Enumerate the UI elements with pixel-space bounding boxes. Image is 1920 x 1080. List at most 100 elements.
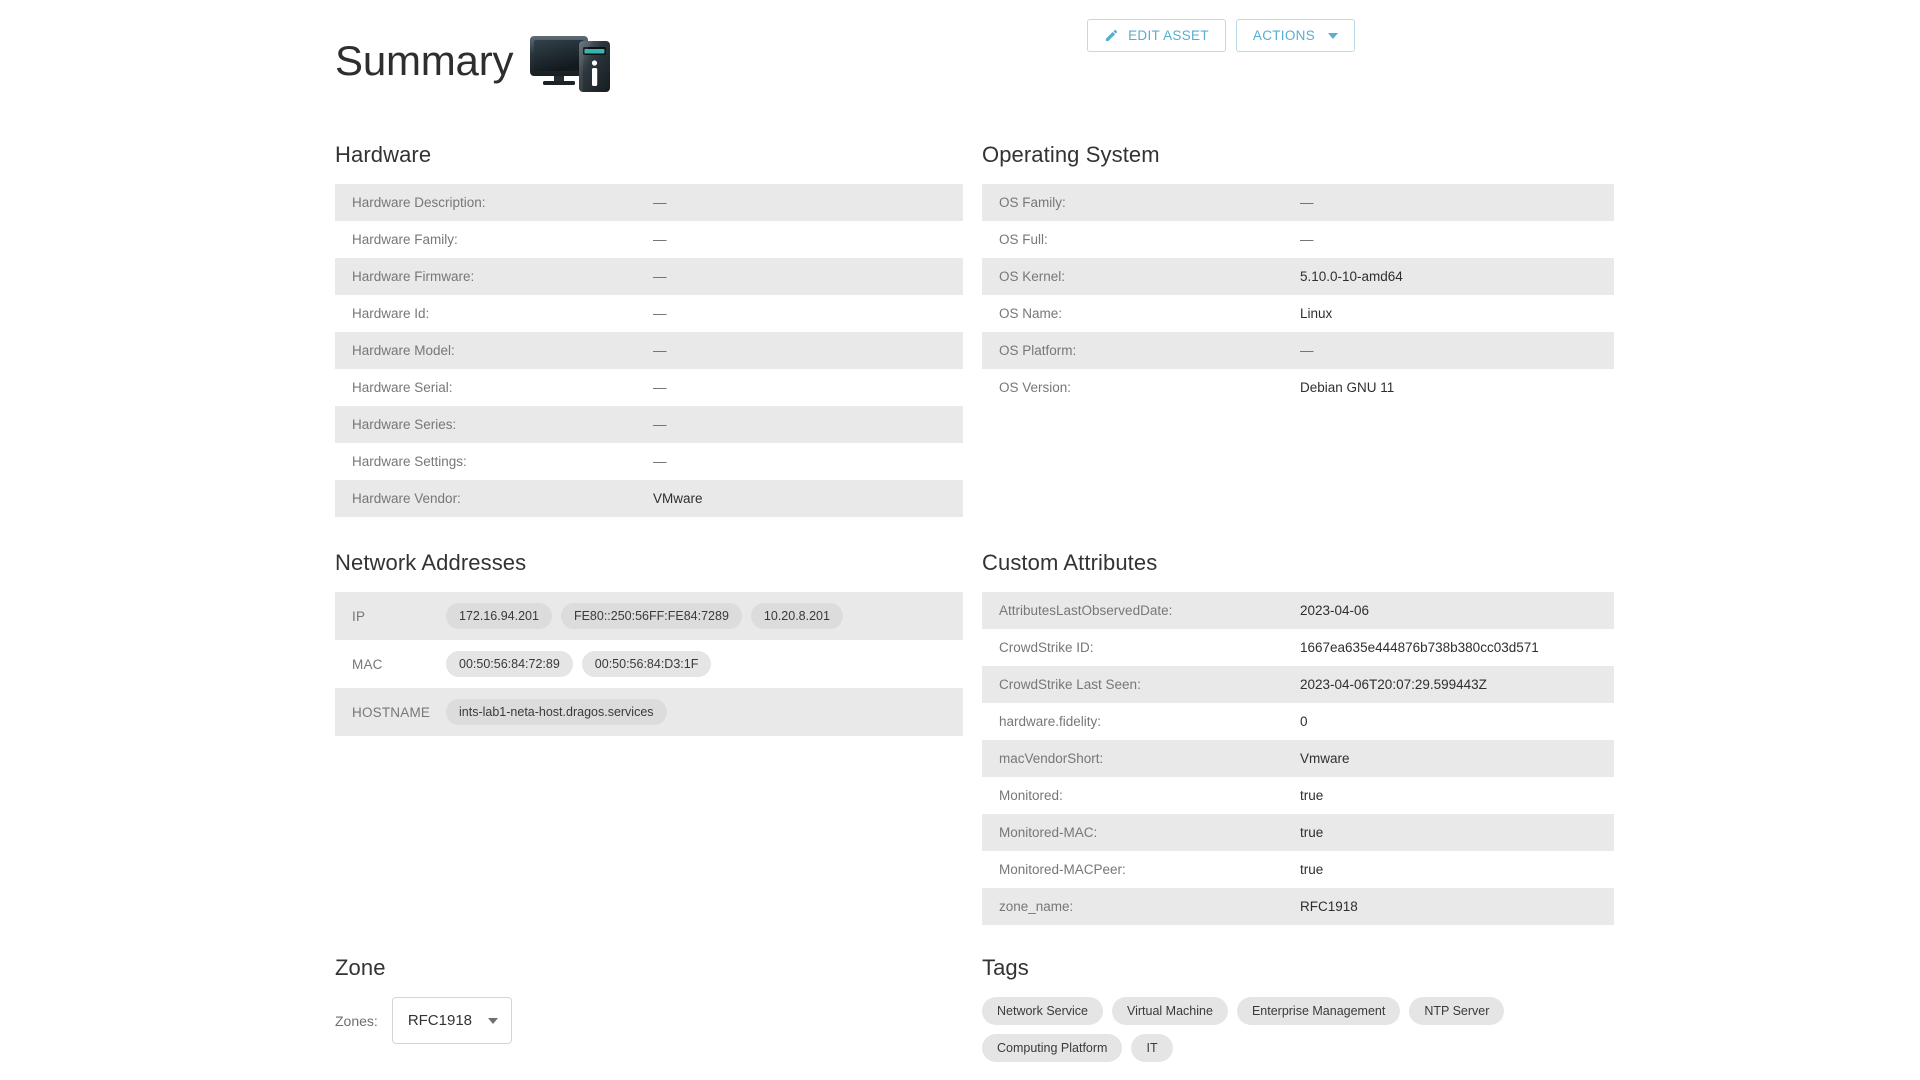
- table-row: OS Platform:—: [982, 332, 1614, 369]
- custom-attributes-table: AttributesLastObservedDate:2023-04-06Cro…: [982, 592, 1614, 925]
- table-row: Monitored:true: [982, 777, 1614, 814]
- table-row: macVendorShort:Vmware: [982, 740, 1614, 777]
- attribute-value: 2023-04-06: [1300, 603, 1369, 618]
- zones-select[interactable]: RFC1918: [392, 997, 512, 1044]
- attribute-value: —: [1300, 195, 1314, 210]
- zone-field-row: Zones: RFC1918: [335, 997, 963, 1044]
- network-addresses-table: IP172.16.94.201FE80::250:56FF:FE84:72891…: [335, 592, 963, 736]
- address-chip[interactable]: 00:50:56:84:D3:1F: [582, 651, 712, 677]
- custom-attributes-heading: Custom Attributes: [982, 550, 1614, 576]
- network-address-row: HOSTNAMEints-lab1-neta-host.dragos.servi…: [335, 688, 963, 736]
- attribute-label: Hardware Settings:: [335, 454, 653, 469]
- address-chip[interactable]: 172.16.94.201: [446, 603, 552, 629]
- attribute-label: Monitored:: [982, 788, 1300, 803]
- attribute-value: —: [653, 454, 667, 469]
- attribute-label: OS Kernel:: [982, 269, 1300, 284]
- attribute-label: Hardware Series:: [335, 417, 653, 432]
- attribute-value: —: [653, 417, 667, 432]
- table-row: Hardware Family:—: [335, 221, 963, 258]
- tag-chip[interactable]: IT: [1131, 1034, 1172, 1062]
- network-address-label: MAC: [335, 657, 446, 672]
- network-address-chips: 00:50:56:84:72:89 00:50:56:84:D3:1F: [446, 651, 711, 677]
- attribute-value: —: [653, 269, 667, 284]
- network-address-chips: ints-lab1-neta-host.dragos.services: [446, 699, 667, 725]
- attribute-value: 5.10.0-10-amd64: [1300, 269, 1403, 284]
- attribute-value: —: [653, 306, 667, 321]
- table-row: Hardware Settings:—: [335, 443, 963, 480]
- tag-chip[interactable]: Computing Platform: [982, 1034, 1122, 1062]
- attribute-label: CrowdStrike Last Seen:: [982, 677, 1300, 692]
- tag-chip[interactable]: Enterprise Management: [1237, 997, 1400, 1025]
- attribute-label: OS Version:: [982, 380, 1300, 395]
- attribute-value: —: [1300, 343, 1314, 358]
- operating-system-heading: Operating System: [982, 142, 1614, 168]
- table-row: hardware.fidelity:0: [982, 703, 1614, 740]
- attribute-value: true: [1300, 862, 1323, 877]
- attribute-value: true: [1300, 825, 1323, 840]
- tags-heading: Tags: [982, 955, 1614, 981]
- custom-attributes-section: Custom Attributes AttributesLastObserved…: [982, 550, 1614, 925]
- table-row: Monitored-MAC:true: [982, 814, 1614, 851]
- table-row: OS Family:—: [982, 184, 1614, 221]
- tags-list: Network Service Virtual Machine Enterprise…: [982, 997, 1542, 1062]
- attribute-value: 1667ea635e444876b738b380cc03d571: [1300, 640, 1539, 655]
- attribute-label: OS Full:: [982, 232, 1300, 247]
- table-row: Monitored-MACPeer:true: [982, 851, 1614, 888]
- table-row: OS Name:Linux: [982, 295, 1614, 332]
- operating-system-table: OS Family:—OS Full:—OS Kernel:5.10.0-10-…: [982, 184, 1614, 406]
- attribute-label: Hardware Family:: [335, 232, 653, 247]
- network-addresses-section: Network Addresses IP172.16.94.201 FE80::2…: [335, 550, 963, 736]
- network-address-chips: 172.16.94.201 FE80::250:56FF:FE84:7289 10.…: [446, 603, 843, 629]
- tag-chip[interactable]: Virtual Machine: [1112, 997, 1228, 1025]
- attribute-label: OS Family:: [982, 195, 1300, 210]
- page-title: Summary: [335, 40, 513, 82]
- actions-button[interactable]: ACTIONS: [1236, 19, 1355, 52]
- attribute-value: RFC1918: [1300, 899, 1358, 914]
- address-chip[interactable]: 00:50:56:84:72:89: [446, 651, 573, 677]
- tag-chip[interactable]: Network Service: [982, 997, 1103, 1025]
- attribute-label: macVendorShort:: [982, 751, 1300, 766]
- table-row: CrowdStrike Last Seen:2023-04-06T20:07:2…: [982, 666, 1614, 703]
- zone-heading: Zone: [335, 955, 963, 981]
- attribute-label: hardware.fidelity:: [982, 714, 1300, 729]
- hardware-heading: Hardware: [335, 142, 963, 168]
- zones-label: Zones:: [335, 1013, 378, 1029]
- network-addresses-heading: Network Addresses: [335, 550, 963, 576]
- page-actions-toolbar: EDIT ASSET ACTIONS: [1087, 19, 1355, 52]
- attribute-value: —: [653, 343, 667, 358]
- edit-asset-button[interactable]: EDIT ASSET: [1087, 19, 1226, 52]
- attribute-label: OS Platform:: [982, 343, 1300, 358]
- address-chip[interactable]: ints-lab1-neta-host.dragos.services: [446, 699, 667, 725]
- network-address-row: IP172.16.94.201FE80::250:56FF:FE84:72891…: [335, 592, 963, 640]
- address-chip[interactable]: 10.20.8.201: [751, 603, 843, 629]
- table-row: Hardware Id:—: [335, 295, 963, 332]
- attribute-value: Vmware: [1300, 751, 1350, 766]
- attribute-label: Hardware Firmware:: [335, 269, 653, 284]
- attribute-value: —: [653, 232, 667, 247]
- zones-selected-value: RFC1918: [408, 1012, 472, 1029]
- hardware-table: Hardware Description:—Hardware Family:—H…: [335, 184, 963, 517]
- attribute-value: —: [1300, 232, 1314, 247]
- attribute-label: Monitored-MAC:: [982, 825, 1300, 840]
- table-row: Hardware Model:—: [335, 332, 963, 369]
- attribute-label: Hardware Model:: [335, 343, 653, 358]
- attribute-value: 2023-04-06T20:07:29.599443Z: [1300, 677, 1487, 692]
- attribute-label: OS Name:: [982, 306, 1300, 321]
- network-address-label: IP: [335, 609, 446, 624]
- address-chip[interactable]: FE80::250:56FF:FE84:7289: [561, 603, 742, 629]
- table-row: Hardware Series:—: [335, 406, 963, 443]
- tag-chip[interactable]: NTP Server: [1409, 997, 1504, 1025]
- attribute-label: zone_name:: [982, 899, 1300, 914]
- network-address-label: HOSTNAME: [335, 705, 446, 720]
- attribute-value: VMware: [653, 491, 703, 506]
- attribute-value: —: [653, 195, 667, 210]
- attribute-label: Monitored-MACPeer:: [982, 862, 1300, 877]
- table-row: OS Kernel:5.10.0-10-amd64: [982, 258, 1614, 295]
- chevron-down-icon: [488, 1018, 498, 1024]
- page-title-block: Summary: [335, 30, 613, 92]
- attribute-value: —: [653, 380, 667, 395]
- attribute-label: Hardware Description:: [335, 195, 653, 210]
- network-address-row: MAC00:50:56:84:72:89 00:50:56:84:D3:1F: [335, 640, 963, 688]
- edit-asset-label: EDIT ASSET: [1128, 28, 1209, 43]
- desktop-computer-info-icon: [529, 30, 613, 92]
